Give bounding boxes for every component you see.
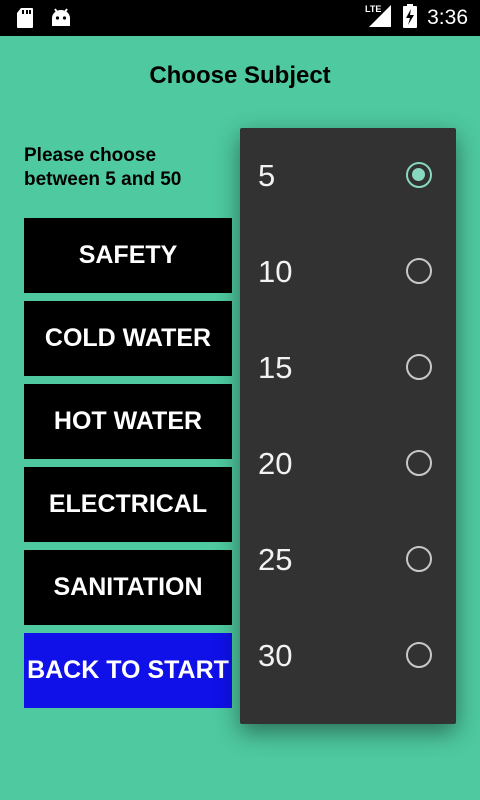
option-label: 30: [258, 638, 293, 673]
radio-unselected-icon[interactable]: [406, 450, 432, 476]
status-time: 3:36: [427, 6, 468, 29]
back-to-start-button[interactable]: BACK TO START: [24, 633, 232, 708]
electrical-button[interactable]: ELECTRICAL: [24, 467, 232, 542]
hint-text: Please choose between 5 and 50: [24, 145, 182, 190]
page-title: Choose Subject: [149, 62, 331, 89]
option-5[interactable]: 5: [240, 128, 456, 224]
option-label: 15: [258, 350, 293, 385]
android-icon: [50, 8, 72, 33]
hot-water-button[interactable]: HOT WATER: [24, 384, 232, 459]
option-25[interactable]: 25: [240, 512, 456, 608]
safety-button[interactable]: SAFETY: [24, 218, 232, 293]
option-label: 20: [258, 446, 293, 481]
radio-selected-icon[interactable]: [406, 162, 432, 188]
option-label: 25: [258, 542, 293, 577]
radio-unselected-icon[interactable]: [406, 258, 432, 284]
lte-signal-icon: LTE: [365, 3, 393, 34]
option-10[interactable]: 10: [240, 224, 456, 320]
number-picker-dialog: 5 10 15 20 25 30: [240, 128, 456, 724]
option-20[interactable]: 20: [240, 416, 456, 512]
option-30[interactable]: 30: [240, 608, 456, 704]
battery-charging-icon: [403, 3, 418, 33]
cold-water-button[interactable]: COLD WATER: [24, 301, 232, 376]
network-type-label: LTE: [365, 4, 381, 14]
option-label: 10: [258, 254, 293, 289]
sd-card-icon: [16, 7, 34, 34]
radio-unselected-icon[interactable]: [406, 642, 432, 668]
option-label: 5: [258, 158, 276, 193]
radio-unselected-icon[interactable]: [406, 354, 432, 380]
option-15[interactable]: 15: [240, 320, 456, 416]
sanitation-button[interactable]: SANITATION: [24, 550, 232, 625]
radio-unselected-icon[interactable]: [406, 546, 432, 572]
status-bar: LTE 3:36: [0, 0, 480, 36]
